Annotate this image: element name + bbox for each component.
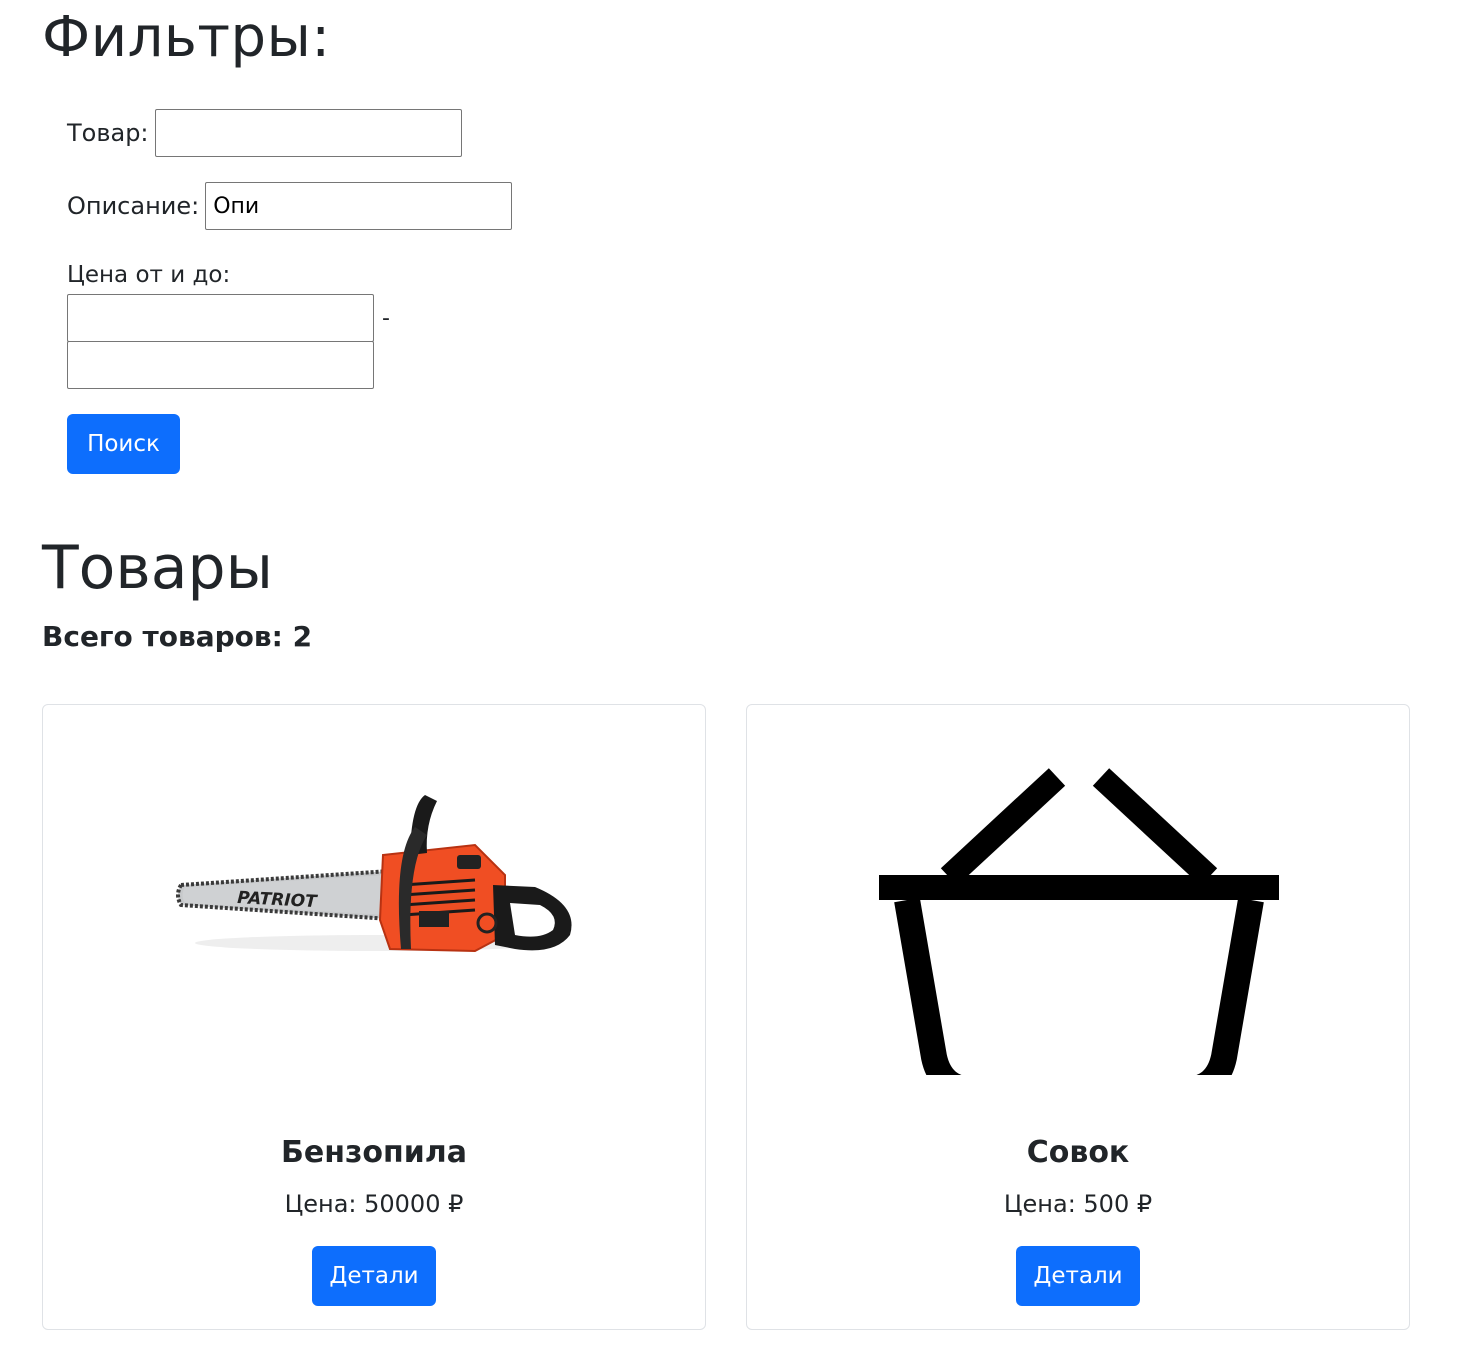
description-filter-input[interactable] [205, 182, 513, 230]
product-name: Бензопила [281, 1135, 467, 1170]
details-button[interactable]: Детали [1016, 1246, 1140, 1306]
price-separator: - [382, 306, 390, 331]
product-card: PATRIOT Бензопила Цена: 50000 ₽ Детали [42, 704, 706, 1330]
basket-icon [879, 768, 1279, 1075]
price-from-input[interactable] [67, 294, 374, 342]
product-price: Цена: 500 ₽ [1003, 1190, 1153, 1218]
description-filter-row: Описание: [67, 182, 513, 230]
chainsaw-image: PATRIOT [176, 795, 572, 953]
price-to-input[interactable] [67, 341, 374, 389]
search-button[interactable]: Поиск [67, 414, 180, 474]
product-price: Цена: 50000 ₽ [284, 1190, 464, 1218]
chainsaw-brand-text: PATRIOT [237, 888, 319, 912]
products-total: Всего товаров: 2 [42, 620, 313, 653]
product-filter-input[interactable] [154, 109, 462, 157]
description-filter-label: Описание: [67, 192, 200, 220]
product-card: Совок Цена: 500 ₽ Детали [746, 704, 1410, 1330]
details-button[interactable]: Детали [312, 1246, 436, 1306]
filters-title: Фильтры: [42, 5, 331, 70]
product-name: Совок [1026, 1135, 1130, 1170]
product-filter-row: Товар: [67, 109, 462, 157]
price-filter-label: Цена от и до: [67, 262, 231, 288]
product-filter-label: Товар: [67, 119, 149, 147]
products-title: Товары [42, 533, 273, 603]
